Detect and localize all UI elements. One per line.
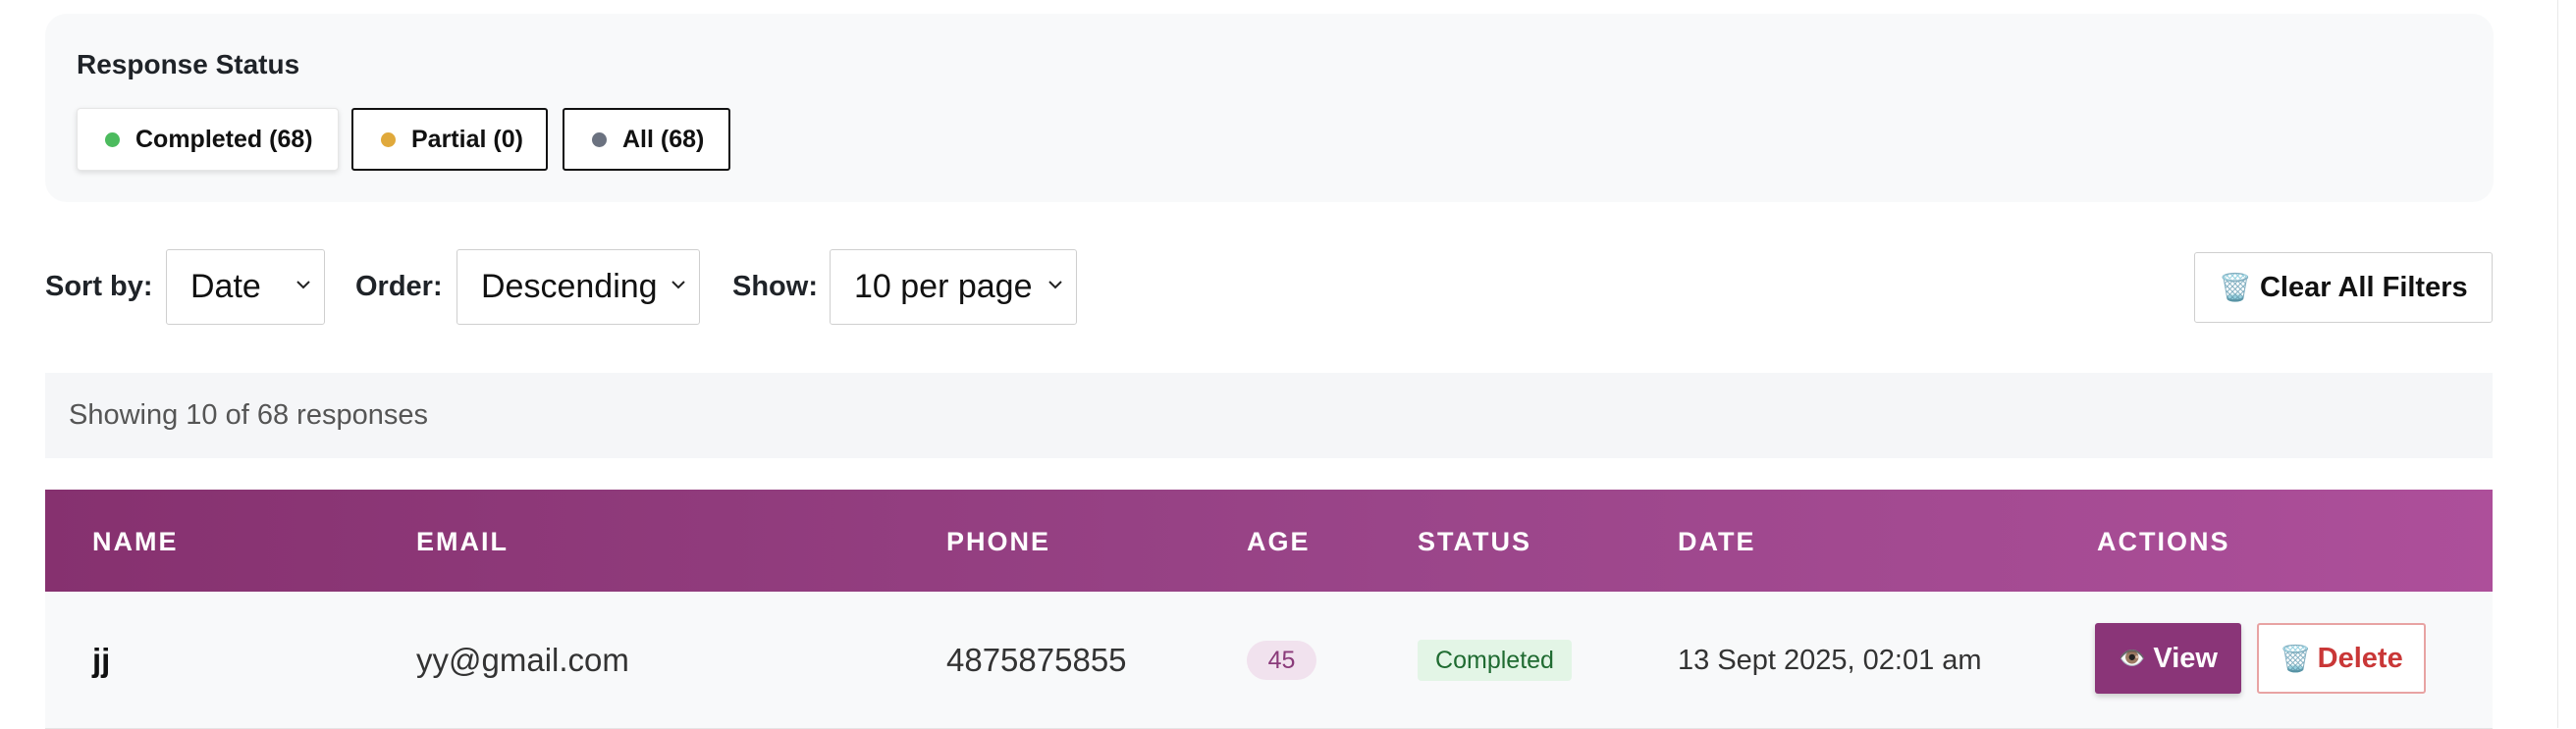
row-date: 13 Sept 2025, 02:01 am	[1678, 645, 1982, 676]
column-header-age: AGE	[1247, 527, 1311, 556]
filter-chip-label: Partial (0)	[411, 125, 523, 153]
results-summary-bar: Showing 10 of 68 responses	[45, 373, 2493, 458]
results-count-text: Showing 10 of 68 responses	[69, 399, 428, 431]
row-phone: 4875875855	[946, 642, 1127, 678]
order-select[interactable]: Descending	[456, 249, 700, 325]
order-value: Descending	[481, 268, 658, 305]
status-badge: Completed	[1418, 640, 1572, 681]
clear-all-filters-label: Clear All Filters	[2259, 271, 2468, 303]
view-button[interactable]: 👁️ View	[2095, 623, 2241, 694]
table-header: NAME EMAIL PHONE AGE STATUS DATE ACTIONS	[45, 490, 2493, 592]
page-size-value: 10 per page	[854, 268, 1033, 305]
response-status-panel: Response Status Completed (68) Partial (…	[45, 14, 2494, 202]
chevron-down-icon	[1048, 281, 1062, 289]
all-dot-icon	[592, 131, 607, 147]
responses-page: Response Status Completed (68) Partial (…	[0, 0, 2576, 729]
view-button-label: View	[2153, 642, 2218, 674]
chevron-down-icon	[296, 281, 310, 289]
partial-dot-icon	[381, 131, 396, 147]
clear-all-filters-button[interactable]: 🗑️ Clear All Filters	[2194, 252, 2493, 323]
delete-button[interactable]: 🗑️ Delete	[2257, 623, 2426, 694]
delete-button-label: Delete	[2317, 642, 2403, 674]
sort-by-value: Date	[190, 268, 261, 305]
column-header-actions: ACTIONS	[2097, 527, 2230, 556]
age-badge: 45	[1247, 641, 1316, 680]
column-header-email: EMAIL	[416, 527, 509, 556]
sort-by-label: Sort by:	[45, 271, 153, 302]
column-header-phone: PHONE	[946, 527, 1051, 556]
trash-icon: 🗑️	[2219, 273, 2252, 302]
eye-icon: 👁️	[2119, 646, 2146, 670]
filter-chip-label: Completed (68)	[135, 125, 313, 153]
trash-icon: 🗑️	[2280, 643, 2312, 673]
column-header-name: NAME	[92, 527, 179, 556]
completed-dot-icon	[105, 131, 120, 147]
chevron-down-icon	[671, 281, 685, 289]
column-header-status: STATUS	[1418, 527, 1531, 556]
filter-chip-completed[interactable]: Completed (68)	[77, 108, 339, 171]
table-row: jj yy@gmail.com 4875875855 45 Completed …	[45, 592, 2493, 729]
show-label: Show:	[732, 271, 818, 302]
filter-chip-all[interactable]: All (68)	[563, 108, 730, 171]
order-label: Order:	[355, 271, 443, 302]
filter-chip-partial[interactable]: Partial (0)	[351, 108, 548, 171]
row-name: jj	[92, 642, 111, 678]
sort-by-select[interactable]: Date	[166, 249, 325, 325]
column-header-date: DATE	[1678, 527, 1756, 556]
scrollbar-track[interactable]	[2557, 0, 2558, 728]
page-size-select[interactable]: 10 per page	[830, 249, 1077, 325]
filter-chip-label: All (68)	[622, 125, 705, 153]
row-email: yy@gmail.com	[416, 642, 629, 678]
response-status-title: Response Status	[77, 49, 300, 79]
